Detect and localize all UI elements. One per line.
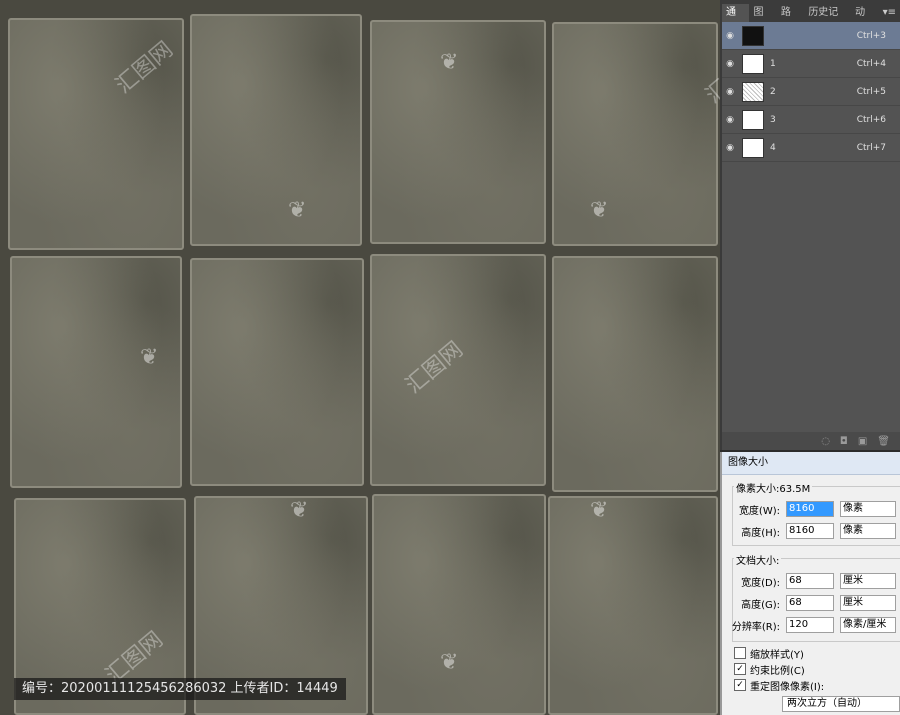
- pixel-dimensions-label: 像素大小:63.5M: [734, 480, 813, 495]
- image-canvas[interactable]: 汇图网 汇图网 汇图网 汇图网 ❦ ❦ ❦ ❦ ❦ ❦ ❦ 编号：2020011…: [0, 0, 720, 715]
- visibility-eye-icon[interactable]: ◉: [722, 115, 738, 125]
- doc-width-input[interactable]: 68: [786, 573, 834, 589]
- resolution-row: 分辨率(R): 120 像素/厘米: [722, 616, 896, 634]
- tab-channels[interactable]: 通道: [722, 4, 750, 36]
- channel-thumbnail: [742, 25, 764, 46]
- constrain-label: 约束比例(C): [750, 665, 805, 677]
- channel-name: 4: [770, 142, 776, 153]
- constrain-proportions-checkbox[interactable]: ✓ 约束比例(C): [734, 662, 805, 677]
- resample-method-select[interactable]: 两次立方（自动）: [782, 696, 900, 712]
- watermark-logo-icon: ❦: [440, 650, 459, 675]
- tile: [552, 256, 718, 492]
- doc-height-input[interactable]: 68: [786, 595, 834, 611]
- tile: [372, 494, 546, 715]
- visibility-eye-icon[interactable]: ◉: [722, 59, 738, 69]
- resolution-unit-select[interactable]: 像素/厘米: [840, 617, 896, 633]
- tile: [370, 254, 546, 486]
- channel-row[interactable]: ◉ 4 Ctrl+7: [722, 134, 900, 162]
- resample-label: 重定图像像素(I):: [750, 681, 825, 693]
- channel-thumbnail: [742, 137, 764, 158]
- channel-shortcut: Ctrl+4: [856, 58, 886, 69]
- watermark-logo-icon: ❦: [590, 498, 609, 523]
- doc-width-row: 宽度(D): 68 厘米: [722, 572, 896, 590]
- resample-checkbox[interactable]: ✓ 重定图像像素(I):: [734, 678, 825, 693]
- channel-thumbnail: [742, 53, 764, 74]
- panel-footer: ◌ ◘ ▣ 🗑: [722, 432, 900, 450]
- watermark-logo-icon: ❦: [440, 50, 459, 75]
- channel-shortcut: Ctrl+5: [856, 86, 886, 97]
- channel-row[interactable]: ◉ 1 Ctrl+4: [722, 50, 900, 78]
- width-row: 宽度(W): 8160 像素: [722, 500, 896, 518]
- load-selection-icon[interactable]: ◌: [821, 436, 830, 447]
- height-row: 高度(H): 8160 像素: [722, 522, 896, 540]
- width-unit-select[interactable]: 像素: [840, 501, 896, 517]
- resolution-label: 分辨率(R):: [731, 621, 780, 633]
- watermark-logo-icon: ❦: [290, 498, 309, 523]
- tab-layers[interactable]: 图层: [749, 4, 776, 36]
- image-caption: 编号：20200111125456286032 上传者ID：14449: [14, 678, 346, 700]
- visibility-eye-icon[interactable]: ◉: [722, 143, 738, 153]
- height-input[interactable]: 8160: [786, 523, 834, 539]
- channel-thumbnail: [742, 109, 764, 130]
- channel-thumbnail: [742, 81, 764, 102]
- scale-styles-label: 缩放样式(Y): [750, 649, 804, 661]
- doc-width-label: 宽度(D):: [741, 577, 780, 589]
- visibility-eye-icon[interactable]: ◉: [722, 31, 738, 41]
- tile: [548, 496, 718, 715]
- doc-height-unit-select[interactable]: 厘米: [840, 595, 896, 611]
- height-unit-select[interactable]: 像素: [840, 523, 896, 539]
- channel-row[interactable]: ◉ 2 Ctrl+5: [722, 78, 900, 106]
- height-label: 高度(H):: [741, 527, 780, 539]
- doc-width-unit-select[interactable]: 厘米: [840, 573, 896, 589]
- save-selection-icon[interactable]: ◘: [840, 436, 848, 447]
- new-channel-icon[interactable]: ▣: [858, 436, 867, 447]
- tab-paths[interactable]: 路径: [777, 4, 804, 36]
- checkbox-box[interactable]: ✓: [734, 679, 746, 691]
- channels-panel: 通道 图层 路径 历史记录 动作 ▾≡ ◉ Ctrl+3 ◉ 1 Ctrl+4 …: [720, 0, 900, 450]
- tab-history[interactable]: 历史记录: [804, 4, 851, 36]
- channel-name: 3: [770, 114, 776, 125]
- tab-actions[interactable]: 动作: [851, 4, 878, 36]
- channel-row[interactable]: ◉ 3 Ctrl+6: [722, 106, 900, 134]
- tile: [552, 22, 718, 246]
- tile: [190, 258, 364, 486]
- trash-icon[interactable]: 🗑: [877, 436, 890, 447]
- tile: [10, 256, 182, 488]
- document-size-label: 文档大小:: [734, 552, 782, 567]
- dialog-title: 图像大小: [722, 452, 900, 475]
- scale-styles-checkbox[interactable]: 缩放样式(Y): [734, 646, 804, 661]
- checkbox-box[interactable]: ✓: [734, 663, 746, 675]
- channel-shortcut: Ctrl+7: [856, 142, 886, 153]
- channel-name: 2: [770, 86, 776, 97]
- image-size-dialog: 图像大小 像素大小:63.5M 宽度(W): 8160 像素 高度(H): 81…: [720, 452, 900, 715]
- width-input[interactable]: 8160: [786, 501, 834, 517]
- resolution-input[interactable]: 120: [786, 617, 834, 633]
- checkbox-box[interactable]: [734, 647, 746, 659]
- visibility-eye-icon[interactable]: ◉: [722, 87, 738, 97]
- doc-height-row: 高度(G): 68 厘米: [722, 594, 896, 612]
- channel-shortcut: Ctrl+3: [856, 30, 886, 41]
- channel-name: 1: [770, 58, 776, 69]
- width-label: 宽度(W):: [738, 505, 780, 517]
- doc-height-label: 高度(G):: [741, 599, 780, 611]
- watermark-logo-icon: ❦: [288, 198, 307, 223]
- panel-tabs: 通道 图层 路径 历史记录 动作 ▾≡: [722, 0, 900, 36]
- tile: [190, 14, 362, 246]
- channel-shortcut: Ctrl+6: [856, 114, 886, 125]
- watermark-logo-icon: ❦: [140, 345, 159, 370]
- panel-menu-icon[interactable]: ▾≡: [879, 4, 900, 22]
- watermark-logo-icon: ❦: [590, 198, 609, 223]
- channel-row[interactable]: ◉ Ctrl+3: [722, 22, 900, 50]
